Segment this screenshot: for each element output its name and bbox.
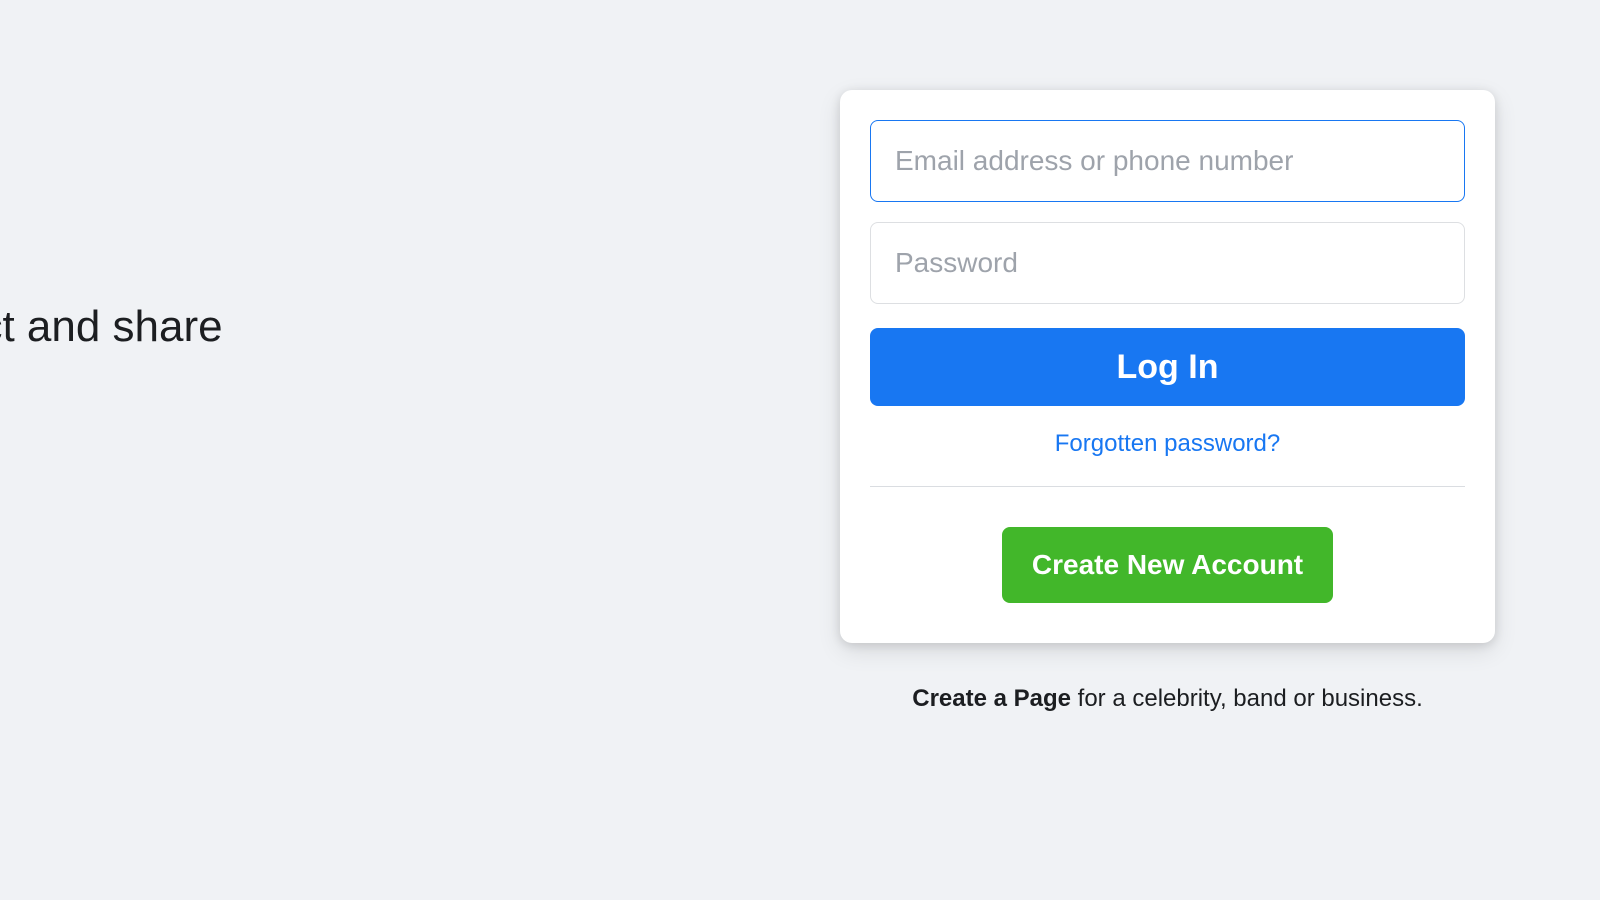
email-input[interactable] — [870, 120, 1465, 202]
create-page-rest: for a celebrity, band or business. — [1071, 685, 1423, 712]
login-panel: Log In Forgotten password? Create New Ac… — [840, 90, 1495, 713]
tagline-line-1: helps you connect and share — [0, 302, 223, 351]
brand-logo: book — [0, 190, 660, 295]
create-account-button[interactable]: Create New Account — [1002, 527, 1333, 603]
login-page: book helps you connect and share ople in… — [0, 0, 1600, 900]
brand-tagline: helps you connect and share ople in your… — [0, 301, 660, 405]
divider — [870, 486, 1465, 487]
login-button[interactable]: Log In — [870, 328, 1465, 406]
login-card: Log In Forgotten password? Create New Ac… — [840, 90, 1495, 643]
brand-panel: book helps you connect and share ople in… — [0, 190, 660, 405]
create-page-link[interactable]: Create a Page — [912, 685, 1071, 712]
password-input[interactable] — [870, 222, 1465, 304]
forgot-password-link[interactable]: Forgotten password? — [1055, 430, 1280, 458]
create-page-text: Create a Page for a celebrity, band or b… — [840, 685, 1495, 713]
